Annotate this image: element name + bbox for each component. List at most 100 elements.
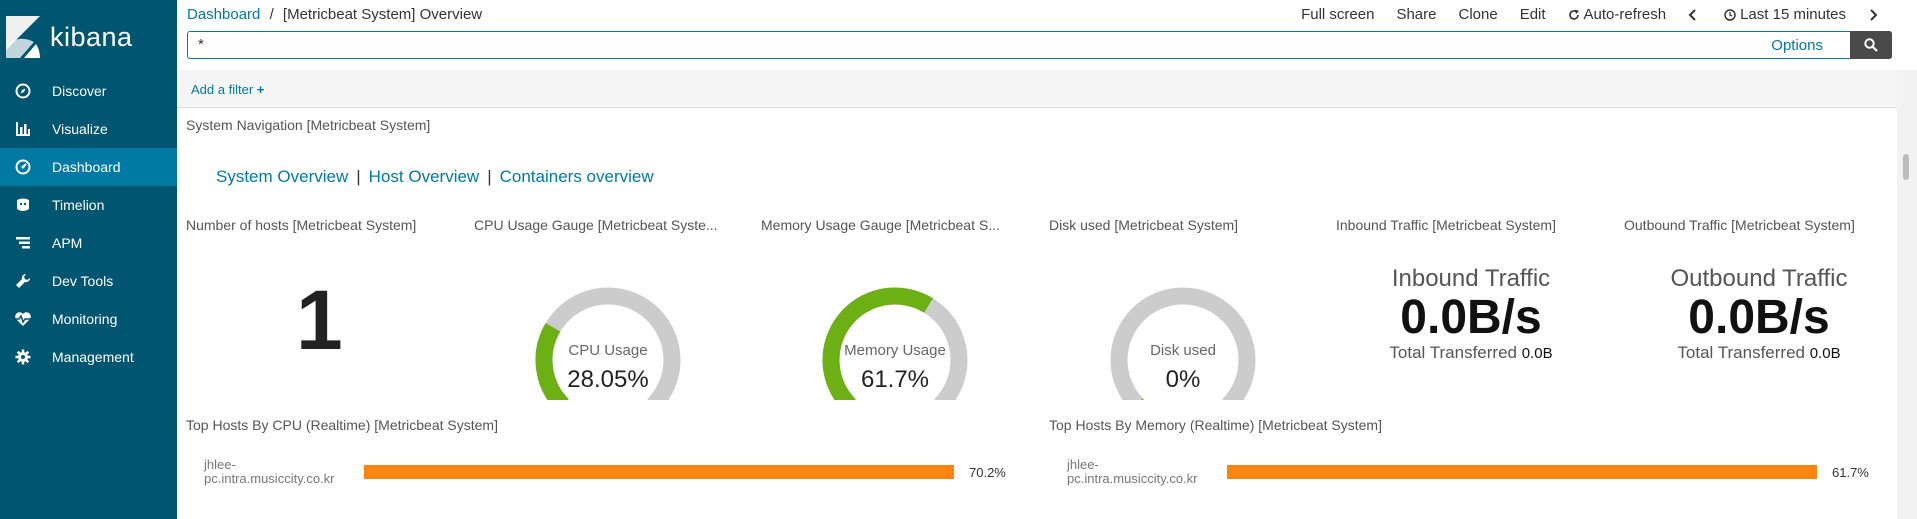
apm-icon (14, 234, 32, 252)
auto-refresh-label: Auto-refresh (1583, 6, 1667, 23)
host-overview-link[interactable]: Host Overview (369, 167, 480, 187)
top-cpu-panel-title: Top Hosts By CPU (Realtime) [Metricbeat … (186, 417, 498, 433)
memory-gauge-value: 61.7% (860, 366, 930, 393)
disk-gauge-label: Disk used (1150, 342, 1216, 359)
time-range-label: Last 15 minutes (1740, 6, 1846, 23)
top-cpu-value: 70.2% (969, 465, 1006, 480)
inbound-total-label: Total Transferred (1389, 343, 1517, 362)
top-mem-panel-title: Top Hosts By Memory (Realtime) [Metricbe… (1049, 417, 1382, 433)
top-cpu-host-line2: pc.intra.musiccity.co.kr (204, 471, 335, 486)
outbound-traffic: Outbound Traffic 0.0B/s Total Transferre… (1639, 265, 1879, 363)
chevron-right-icon (1870, 8, 1878, 21)
system-nav-panel-title: System Navigation [Metricbeat System] (186, 117, 431, 133)
time-prev-button[interactable] (1688, 6, 1702, 23)
nav-discover[interactable]: Discover (0, 72, 177, 110)
full-screen-button[interactable]: Full screen (1301, 6, 1374, 23)
time-next-button[interactable] (1868, 6, 1882, 23)
breadcrumb-separator: / (269, 6, 274, 23)
containers-overview-link[interactable]: Containers overview (500, 167, 654, 187)
inbound-total-value: 0.0B (1521, 345, 1553, 362)
memory-panel-title: Memory Usage Gauge [Metricbeat S... (761, 217, 1000, 233)
clone-button[interactable]: Clone (1458, 6, 1497, 23)
compass-icon (14, 82, 32, 100)
heartbeat-icon (14, 310, 32, 328)
system-overview-link[interactable]: System Overview (216, 167, 348, 187)
nav-dashboard[interactable]: Dashboard (0, 148, 177, 186)
inbound-heading: Inbound Traffic (1391, 265, 1551, 292)
inbound-panel-title: Inbound Traffic [Metricbeat System] (1336, 217, 1556, 233)
options-button[interactable]: Options (1771, 37, 1823, 54)
outbound-total-label: Total Transferred (1677, 343, 1805, 362)
top-mem-host-line1: jhlee- (1067, 457, 1099, 472)
top-mem-bar (1227, 465, 1817, 479)
gear-icon (14, 348, 32, 366)
search-input[interactable] (198, 36, 1598, 53)
auto-refresh-button[interactable]: Auto-refresh (1568, 6, 1667, 23)
vertical-scrollbar[interactable] (1897, 70, 1917, 519)
top-mem-host-line2: pc.intra.musiccity.co.kr (1067, 471, 1198, 486)
chevron-left-icon (1688, 8, 1696, 21)
inbound-total: Total Transferred 0.0B (1351, 343, 1591, 363)
nav-timelion-label: Timelion (52, 197, 105, 213)
outbound-panel-title: Outbound Traffic [Metricbeat System] (1624, 217, 1855, 233)
cpu-gauge-value: 28.05% (567, 366, 649, 393)
hosts-panel-title: Number of hosts [Metricbeat System] (186, 217, 417, 233)
memory-gauge: Memory Usage 61.7% (795, 260, 995, 412)
nav-management-label: Management (52, 349, 134, 365)
top-mem-value: 61.7% (1832, 465, 1869, 480)
breadcrumb: Dashboard / [Metricbeat System] Overview (187, 6, 482, 23)
time-range-button[interactable]: Last 15 minutes (1724, 6, 1846, 23)
cpu-gauge: CPU Usage 28.05% (508, 260, 708, 412)
dashboard-icon (14, 158, 32, 176)
top-cpu-host-line1: jhlee- (204, 457, 236, 472)
nav-dev-tools-label: Dev Tools (52, 273, 114, 289)
scrollbar-thumb[interactable] (1903, 154, 1909, 180)
outbound-total-value: 0.0B (1809, 345, 1841, 362)
breadcrumb-dashboard-link[interactable]: Dashboard (187, 6, 260, 23)
top-cpu-bar (364, 465, 954, 479)
kibana-logo-icon (6, 16, 40, 58)
brand-name: kibana (50, 21, 133, 52)
nav-management[interactable]: Management (0, 338, 177, 376)
cpu-gauge-label: CPU Usage (568, 342, 648, 359)
search-button[interactable] (1850, 31, 1892, 59)
nav-monitoring[interactable]: Monitoring (0, 300, 177, 338)
outbound-total: Total Transferred 0.0B (1639, 343, 1879, 363)
search-icon (1864, 38, 1878, 52)
link-separator: | (356, 167, 361, 186)
nav-dashboard-label: Dashboard (52, 159, 121, 175)
share-button[interactable]: Share (1396, 6, 1436, 23)
hosts-count: 1 (296, 273, 343, 367)
nav-visualize-label: Visualize (52, 121, 108, 137)
system-nav-links: System Overview | Host Overview | Contai… (216, 167, 654, 187)
top-menu: Full screen Share Clone Edit Auto-refres… (1279, 6, 1882, 23)
clock-icon (1724, 8, 1736, 21)
add-filter-button[interactable]: Add a filter + (191, 82, 264, 97)
breadcrumb-current: [Metricbeat System] Overview (282, 6, 483, 23)
disk-gauge: Disk used 0% (1083, 260, 1283, 412)
outbound-value: 0.0B/s (1688, 291, 1830, 344)
refresh-icon (1568, 9, 1579, 20)
outbound-heading: Outbound Traffic (1670, 265, 1848, 292)
edit-button[interactable]: Edit (1520, 6, 1546, 23)
nav-discover-label: Discover (52, 83, 107, 99)
link-separator: | (487, 167, 492, 186)
disk-gauge-value: 0% (1165, 366, 1201, 393)
add-filter-label: Add a filter (191, 82, 254, 97)
search-bar: Options (187, 31, 1892, 59)
wrench-icon (14, 272, 32, 290)
disk-panel-title: Disk used [Metricbeat System] (1049, 217, 1239, 233)
bar-chart-icon (14, 120, 32, 138)
top-cpu-host-label: jhlee- pc.intra.musiccity.co.kr (204, 458, 335, 486)
kibana-logo[interactable]: kibana (6, 14, 166, 60)
plus-icon: + (256, 82, 265, 97)
filter-bar: Add a filter + (177, 70, 1897, 108)
nav-apm-label: APM (52, 235, 83, 251)
inbound-value: 0.0B/s (1400, 291, 1542, 344)
nav-apm[interactable]: APM (0, 224, 177, 262)
sidebar: kibana Discover Visualize Dashboard Time… (0, 0, 177, 519)
nav-dev-tools[interactable]: Dev Tools (0, 262, 177, 300)
nav-visualize[interactable]: Visualize (0, 110, 177, 148)
nav-timelion[interactable]: Timelion (0, 186, 177, 224)
memory-gauge-label: Memory Usage (844, 342, 946, 359)
